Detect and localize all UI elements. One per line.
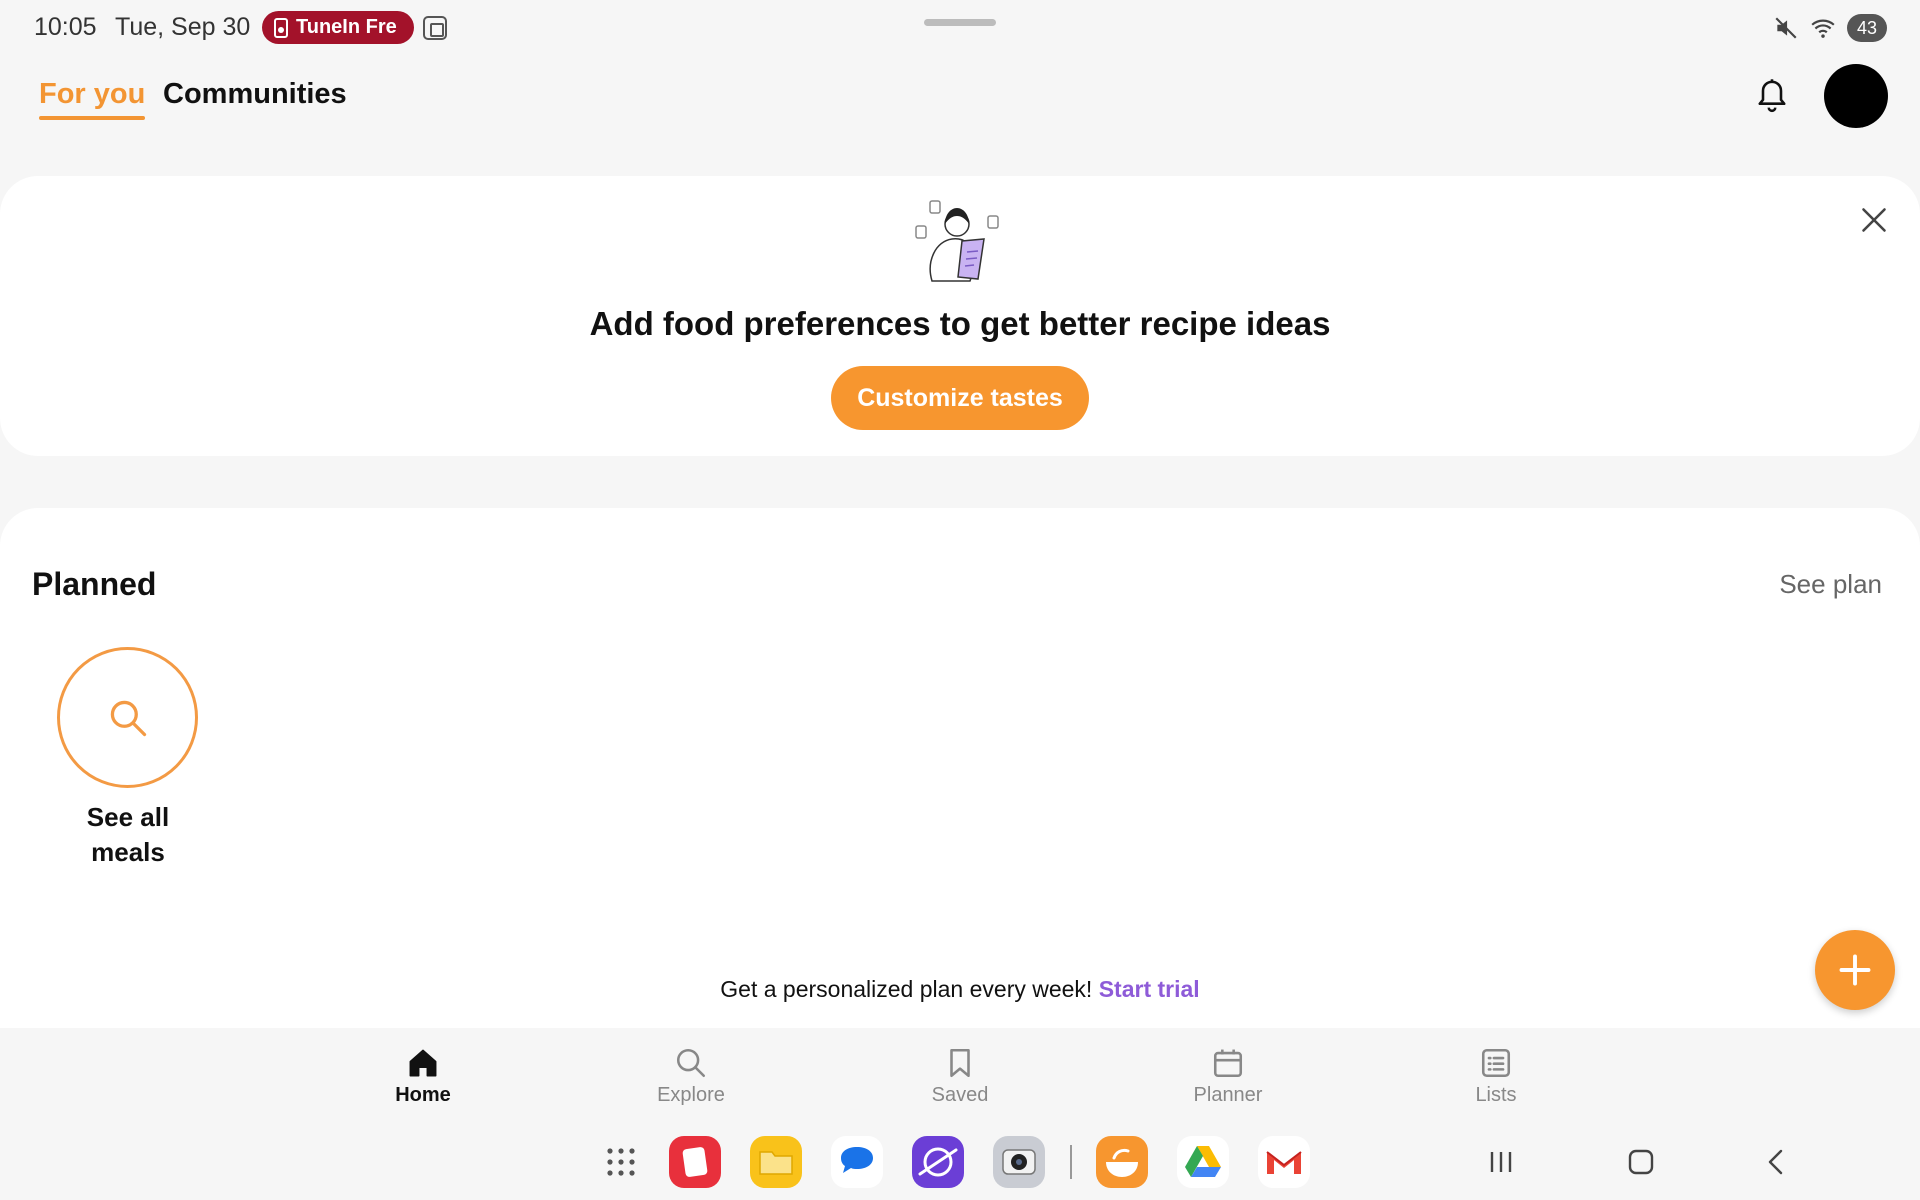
tab-for-you[interactable]: For you xyxy=(39,78,146,120)
folder-icon xyxy=(759,1151,793,1175)
plus-icon xyxy=(1839,954,1871,986)
messages-app-icon[interactable] xyxy=(831,1136,883,1188)
camera-icon xyxy=(1002,1149,1036,1175)
recent-apps-icon[interactable] xyxy=(1486,1147,1516,1177)
drag-handle[interactable] xyxy=(924,19,996,26)
notes-app-icon[interactable] xyxy=(669,1136,721,1188)
app-drawer-icon[interactable] xyxy=(606,1147,636,1177)
nav-home-label: Home xyxy=(395,1084,451,1106)
nav-home[interactable]: Home xyxy=(353,1046,493,1107)
list-icon xyxy=(1481,1048,1511,1078)
mail-icon xyxy=(1266,1151,1302,1174)
calendar-icon xyxy=(1213,1049,1243,1078)
close-icon[interactable] xyxy=(1860,206,1888,234)
status-time: 10:05 xyxy=(34,13,97,41)
tab-communities[interactable]: Communities xyxy=(163,78,347,111)
trial-promo-text: Get a personalized plan every week! xyxy=(720,976,1093,1002)
avatar[interactable] xyxy=(1824,64,1888,128)
trial-promo: Get a personalized plan every week! Star… xyxy=(0,976,1920,1003)
chat-bubble-icon xyxy=(841,1147,873,1173)
notes-glyph-icon xyxy=(682,1147,708,1177)
see-all-meals-button[interactable] xyxy=(57,647,198,788)
add-button[interactable] xyxy=(1815,930,1895,1010)
back-icon[interactable] xyxy=(1762,1147,1792,1177)
status-icons: 43 xyxy=(1773,14,1887,42)
mute-icon xyxy=(1775,17,1797,39)
media-notification-label: TuneIn Fre xyxy=(296,16,397,38)
camera-app-icon[interactable] xyxy=(993,1136,1045,1188)
nav-saved[interactable]: Saved xyxy=(890,1046,1030,1107)
screenshot-icon xyxy=(423,16,447,40)
home-icon xyxy=(409,1049,437,1077)
nav-saved-label: Saved xyxy=(931,1084,989,1106)
nav-explore[interactable]: Explore xyxy=(621,1046,761,1107)
see-plan-link[interactable]: See plan xyxy=(1779,569,1882,600)
drive-icon xyxy=(1185,1146,1221,1177)
chef-illustration xyxy=(915,200,999,282)
recipe-app-icon[interactable] xyxy=(1096,1136,1148,1188)
bookmark-icon xyxy=(950,1048,970,1078)
search-icon xyxy=(110,700,146,736)
speaker-icon xyxy=(274,17,288,38)
customize-tastes-button[interactable]: Customize tastes xyxy=(831,366,1089,430)
see-all-meals-label: See all meals xyxy=(86,802,170,867)
nav-explore-label: Explore xyxy=(657,1084,725,1106)
nav-planner-label: Planner xyxy=(1193,1084,1263,1106)
planned-section xyxy=(0,508,1920,1028)
bell-icon[interactable] xyxy=(1756,78,1788,114)
internet-app-icon[interactable] xyxy=(912,1136,964,1188)
status-bar: 10:05 Tue, Sep 30 TuneIn Fre 43 xyxy=(0,0,1920,56)
drive-app-icon[interactable] xyxy=(1177,1136,1229,1188)
food-preferences-title: Add food preferences to get better recip… xyxy=(589,305,1331,342)
planned-title: Planned xyxy=(32,566,157,602)
nav-planner[interactable]: Planner xyxy=(1158,1046,1298,1107)
nav-lists[interactable]: Lists xyxy=(1426,1046,1566,1107)
nav-lists-label: Lists xyxy=(1475,1084,1517,1106)
planet-icon xyxy=(918,1147,958,1177)
bowl-icon xyxy=(1106,1148,1138,1177)
gmail-app-icon[interactable] xyxy=(1258,1136,1310,1188)
dock-divider xyxy=(1070,1145,1072,1179)
battery-indicator: 43 xyxy=(1847,14,1887,42)
status-date: Tue, Sep 30 xyxy=(115,13,251,41)
files-app-icon[interactable] xyxy=(750,1136,802,1188)
media-notification-pill[interactable]: TuneIn Fre xyxy=(262,11,414,44)
start-trial-link[interactable]: Start trial xyxy=(1099,976,1200,1002)
search-icon xyxy=(676,1048,706,1078)
home-button-icon[interactable] xyxy=(1626,1147,1656,1177)
wifi-icon xyxy=(1811,19,1835,38)
